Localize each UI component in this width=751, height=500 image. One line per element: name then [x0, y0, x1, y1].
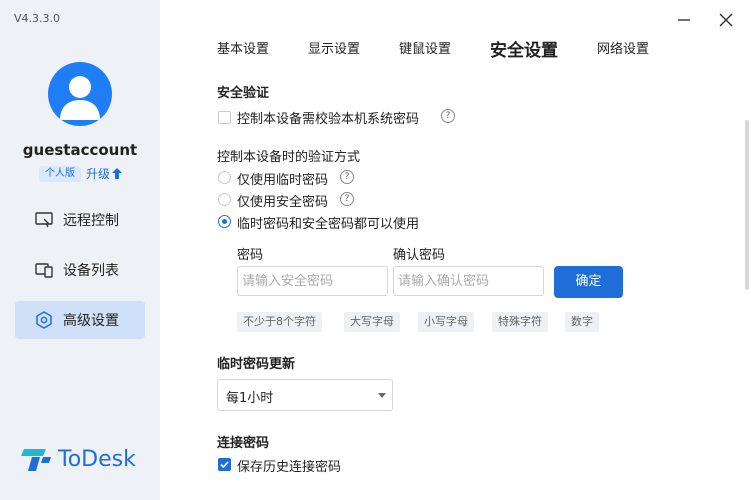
confirm-button[interactable]: 确定 — [554, 266, 623, 298]
sidebar-item-advanced-settings[interactable]: 高级设置 — [15, 301, 145, 339]
close-icon[interactable] — [718, 12, 734, 28]
help-icon[interactable]: ? — [340, 192, 354, 206]
tab-keyboard-mouse[interactable]: 键鼠设置 — [399, 38, 451, 57]
scrollbar[interactable] — [745, 120, 749, 290]
method-both-label: 临时密码和安全密码都可以使用 — [237, 217, 420, 232]
rule-lowercase-chip: 小写字母 — [418, 312, 474, 332]
upgrade-label: 升级 — [86, 167, 111, 181]
username: guestaccount — [22, 141, 138, 159]
version-label: V4.3.3.0 — [14, 12, 61, 25]
method-temp-only-label: 仅使用临时密码 — [237, 173, 329, 188]
confirm-password-input[interactable] — [393, 266, 544, 296]
help-icon[interactable]: ? — [441, 109, 455, 123]
sidebar-item-device-list[interactable]: 设备列表 — [15, 251, 145, 289]
method-secure-only-radio[interactable] — [218, 193, 231, 206]
logo-text: ToDesk — [58, 446, 136, 472]
method-temp-only-radio[interactable] — [218, 171, 231, 184]
hexagon-settings-icon — [34, 310, 54, 330]
tab-security[interactable]: 安全设置 — [490, 36, 558, 61]
caret-down-icon — [378, 393, 386, 398]
method-secure-only-label: 仅使用安全密码 — [237, 195, 329, 210]
tab-basic[interactable]: 基本设置 — [217, 38, 269, 57]
sidebar-item-label: 远程控制 — [63, 213, 119, 229]
rule-special-char-chip: 特殊字符 — [492, 312, 548, 332]
help-icon[interactable]: ? — [340, 170, 354, 184]
settings-panel: 基本设置 显示设置 键鼠设置 安全设置 网络设置 安全验证 控制本设备需校验本机… — [160, 0, 751, 500]
save-history-password-label: 保存历史连接密码 — [237, 460, 342, 475]
confirm-password-label: 确认密码 — [393, 248, 446, 263]
device-list-icon — [34, 260, 54, 280]
rule-min-length-chip: 不少于8个字符 — [237, 312, 322, 332]
method-both-radio[interactable] — [218, 215, 231, 228]
verify-system-password-label: 控制本设备需校验本机系统密码 — [237, 112, 420, 127]
verify-system-password-checkbox[interactable] — [218, 111, 231, 124]
rule-uppercase-chip: 大写字母 — [344, 312, 400, 332]
avatar[interactable] — [48, 62, 112, 126]
remote-control-icon — [34, 210, 54, 230]
save-history-password-checkbox[interactable] — [218, 458, 231, 471]
temp-password-interval-select[interactable]: 每1小时 — [217, 379, 393, 411]
security-verify-title: 安全验证 — [217, 86, 270, 101]
sidebar-item-label: 设备列表 — [63, 263, 119, 279]
select-value: 每1小时 — [226, 391, 274, 406]
password-input[interactable] — [237, 266, 388, 296]
password-label: 密码 — [237, 248, 264, 263]
user-avatar-icon — [60, 76, 100, 120]
sidebar: V4.3.3.0 guestaccount 个人版 升级 远程控制 设备列表 高… — [0, 0, 160, 500]
todesk-logo: ToDesk — [20, 446, 136, 472]
minimize-icon[interactable] — [676, 12, 692, 28]
arrow-up-icon — [112, 168, 123, 179]
tab-network[interactable]: 网络设置 — [597, 38, 649, 57]
rule-digit-chip: 数字 — [565, 312, 599, 332]
connect-password-title: 连接密码 — [217, 436, 270, 451]
sidebar-item-label: 高级设置 — [63, 313, 119, 329]
check-icon — [220, 461, 229, 469]
todesk-logo-icon — [21, 449, 51, 471]
temp-password-title: 临时密码更新 — [217, 357, 296, 372]
tab-display[interactable]: 显示设置 — [308, 38, 360, 57]
sidebar-item-remote-control[interactable]: 远程控制 — [15, 201, 145, 239]
verify-method-title: 控制本设备时的验证方式 — [217, 150, 361, 165]
edition-badge: 个人版 — [39, 166, 81, 182]
upgrade-link[interactable]: 升级 — [86, 165, 123, 182]
